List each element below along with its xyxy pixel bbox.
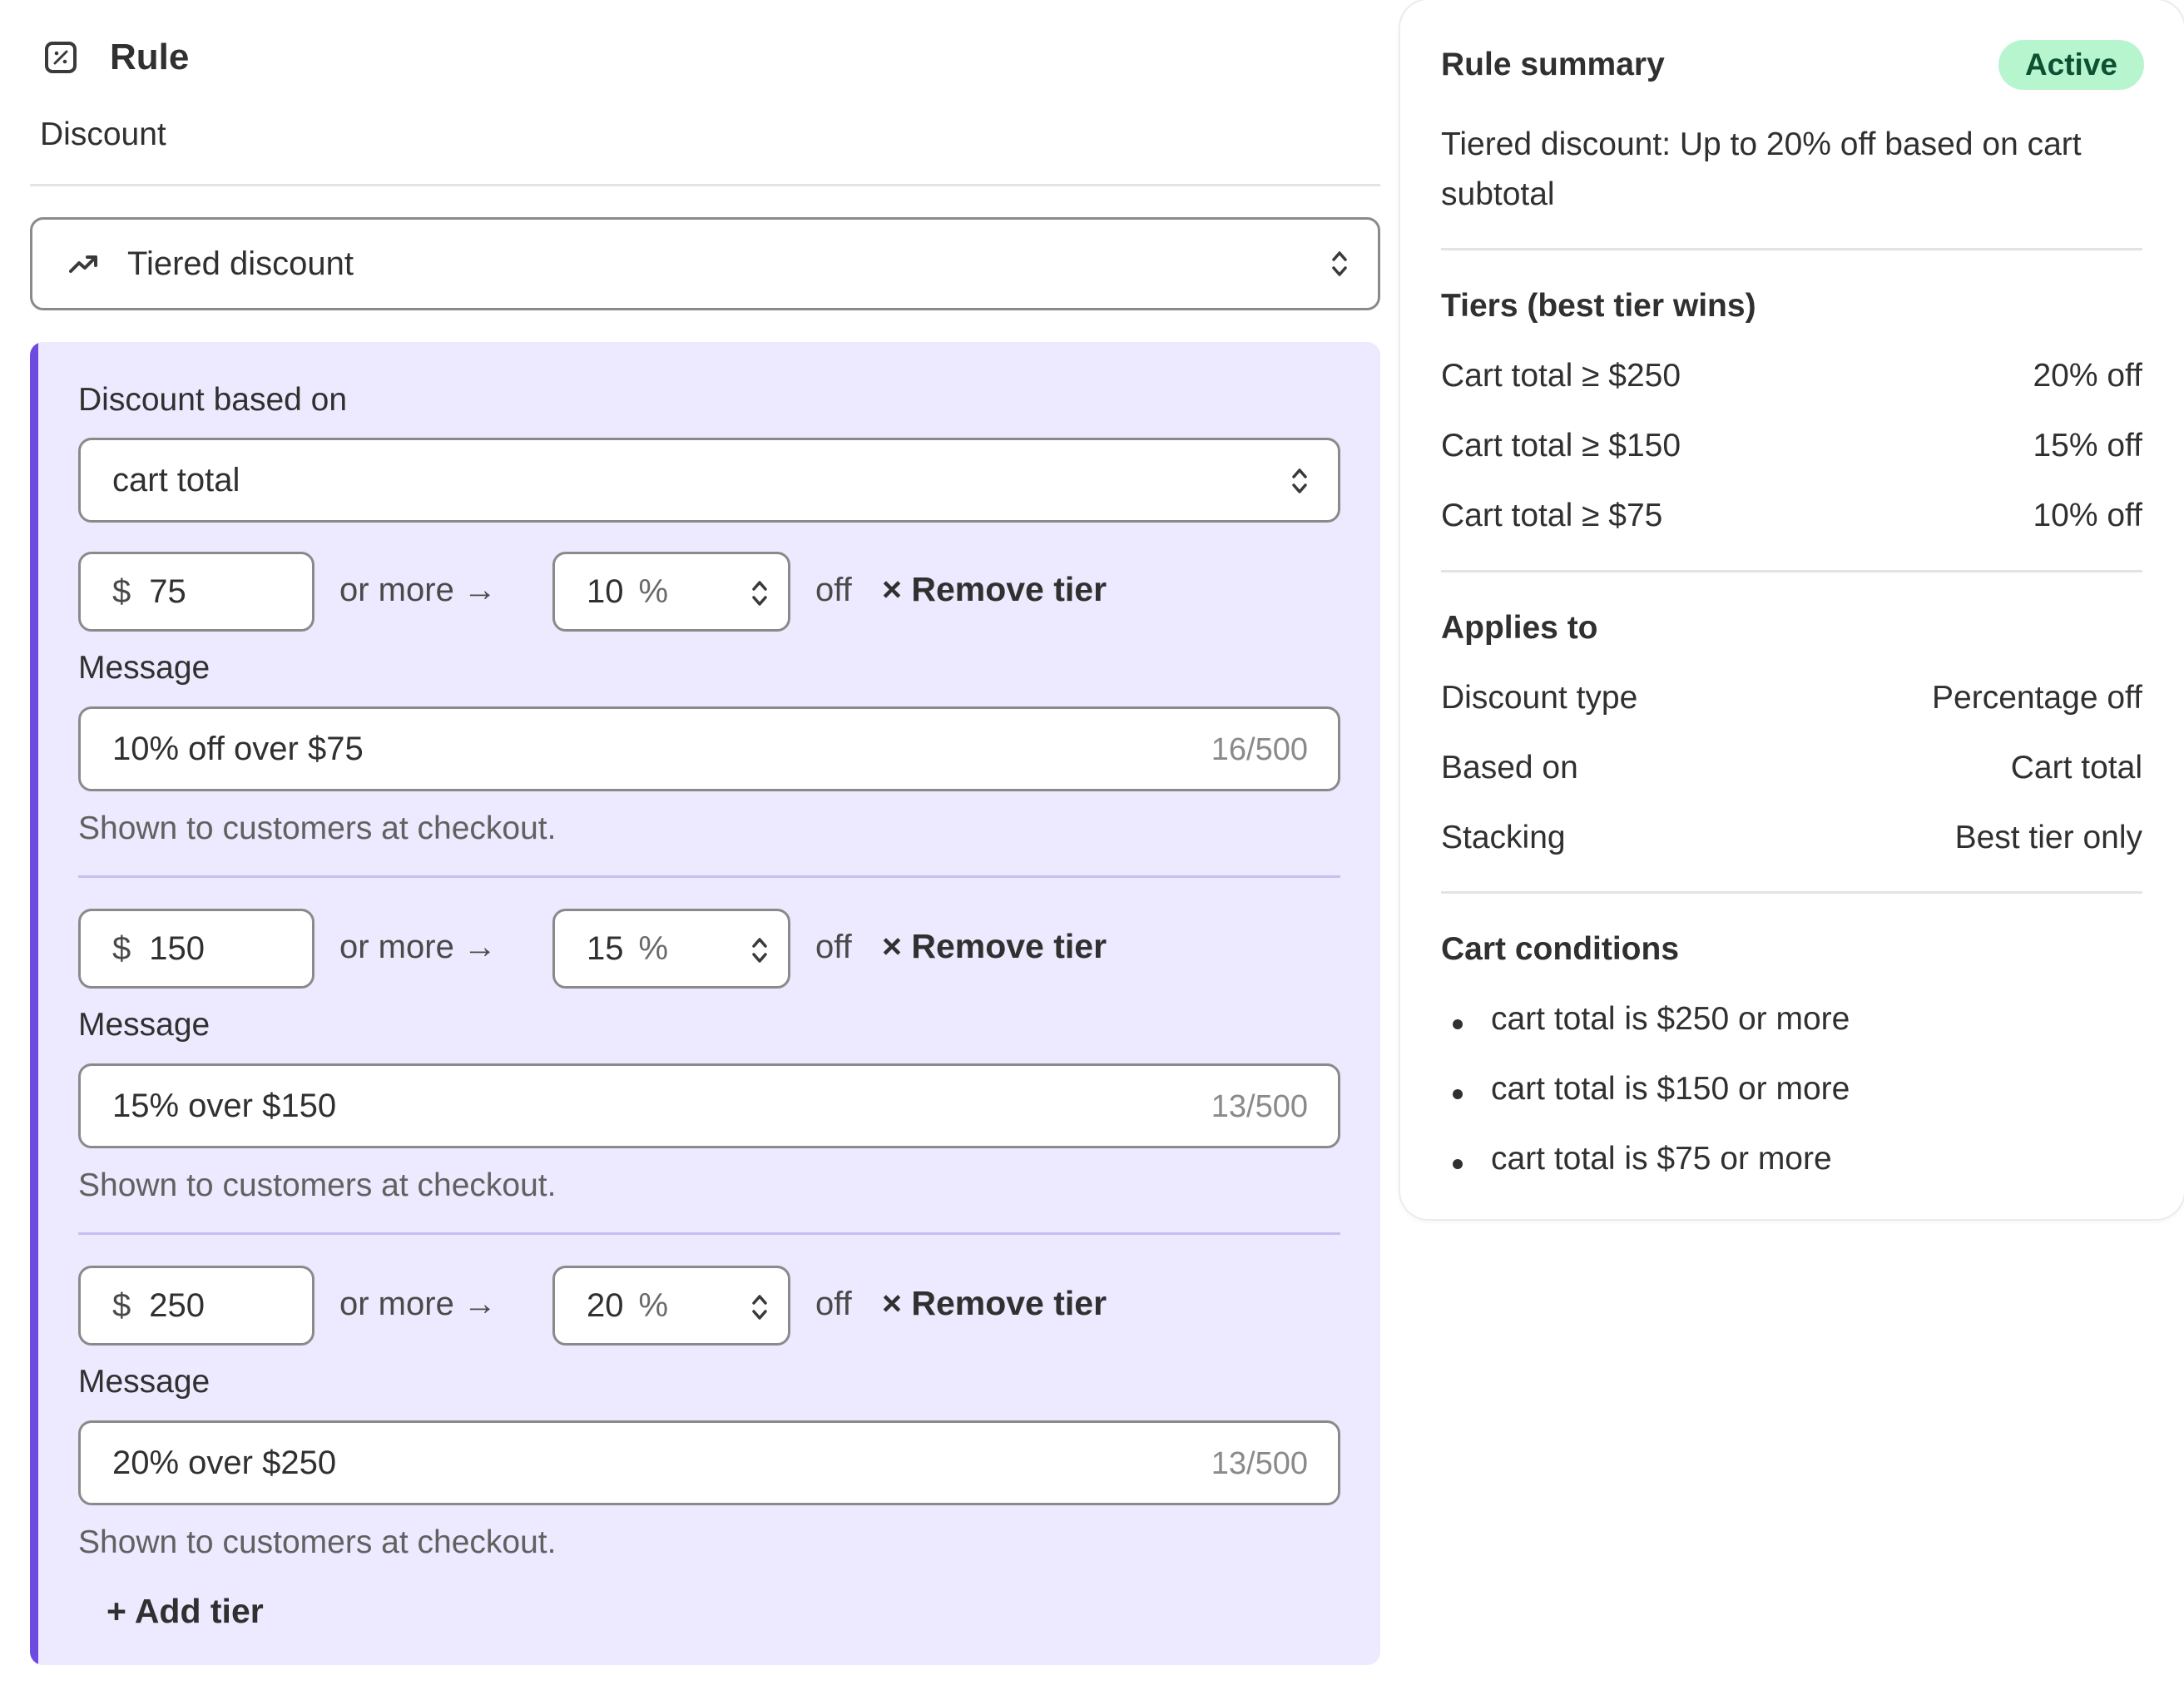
discount-type-select[interactable]: Tiered discount: [30, 217, 1380, 310]
currency-symbol: $: [112, 929, 131, 967]
tier-discount: 20% off: [2033, 358, 2142, 394]
bullet-dot: [1453, 1159, 1463, 1169]
message-label: Message: [78, 650, 210, 686]
summary-divider: [1441, 570, 2142, 572]
tier-percent-stepper[interactable]: 10 %: [552, 552, 790, 632]
currency-symbol: $: [112, 572, 131, 610]
percent-symbol: %: [638, 572, 669, 610]
stepper-chevron-icon[interactable]: [750, 1291, 770, 1324]
tier-condition: Cart total ≥ $250: [1441, 358, 1681, 394]
summary-divider: [1441, 248, 2142, 250]
select-chevron-icon: [1332, 251, 1347, 276]
character-count: 13/500: [1211, 1089, 1308, 1124]
remove-tier-button[interactable]: × Remove tier: [882, 927, 1107, 966]
based-on-select[interactable]: cart total: [78, 438, 1340, 523]
bullet-dot: [1453, 1019, 1463, 1029]
condition-text: cart total is $150 or more: [1491, 1071, 1850, 1107]
tier-amount-input[interactable]: $ 150: [78, 909, 314, 989]
off-text: off: [815, 1286, 852, 1322]
status-badge: Active: [1998, 40, 2144, 90]
conditions-section-title: Cart conditions: [1441, 931, 1680, 967]
or-more-text: or more →: [339, 929, 497, 965]
message-label: Message: [78, 1007, 210, 1043]
percent-symbol: %: [638, 1286, 669, 1324]
help-text: Shown to customers at checkout.: [78, 810, 557, 846]
tier-percent-value: 10: [587, 572, 624, 610]
currency-symbol: $: [112, 1286, 131, 1324]
tier-amount-value: 250: [149, 1286, 205, 1324]
tier-percent-value: 20: [587, 1286, 624, 1324]
help-text: Shown to customers at checkout.: [78, 1167, 557, 1203]
rule-header: Rule: [45, 37, 189, 78]
based-on-label: Discount based on: [78, 382, 348, 418]
applies-key: Discount type: [1441, 680, 1638, 716]
applies-value: Best tier only: [1954, 820, 2142, 855]
bullet-dot: [1453, 1089, 1463, 1099]
tier-percent-stepper[interactable]: 20 %: [552, 1266, 790, 1346]
tier-message-input[interactable]: 20% over $250 13/500: [78, 1420, 1340, 1505]
message-label: Message: [78, 1364, 210, 1400]
condition-text: cart total is $250 or more: [1491, 1001, 1850, 1037]
summary-divider: [1441, 891, 2142, 894]
summary-title: Rule summary: [1441, 47, 1665, 82]
tier-amount-value: 75: [149, 572, 186, 610]
add-tier-button[interactable]: + Add tier: [106, 1592, 264, 1631]
character-count: 13/500: [1211, 1446, 1308, 1481]
applies-value: Percentage off: [1932, 680, 2142, 716]
tier-row: $ 150 or more → 15 % off × Remove tier: [78, 909, 1340, 989]
tier-message-value: 15% over $150: [112, 1087, 337, 1124]
rule-summary-card: Rule summary Active Tiered discount: Up …: [1400, 0, 2184, 1219]
tier-amount-input[interactable]: $ 250: [78, 1266, 314, 1346]
applies-key: Stacking: [1441, 820, 1566, 855]
off-text: off: [815, 929, 852, 965]
tiers-panel: Discount based on cart total $ 75 or mor…: [30, 342, 1380, 1665]
page: Rule Discount Tiered discount Discount b…: [0, 0, 2184, 1700]
tier-message-input[interactable]: 15% over $150 13/500: [78, 1063, 1340, 1148]
tier-row: $ 75 or more → 10 % off × Remove tier: [78, 552, 1340, 632]
summary-description: Tiered discount: Up to 20% off based on …: [1441, 126, 2082, 212]
header-divider: [30, 184, 1380, 186]
tier-message-value: 20% over $250: [112, 1444, 337, 1481]
character-count: 16/500: [1211, 732, 1308, 767]
tier-row: $ 250 or more → 20 % off × Remove tier: [78, 1266, 1340, 1346]
page-title: Rule: [110, 37, 190, 77]
tier-discount: 10% off: [2033, 498, 2142, 533]
tier-condition: Cart total ≥ $150: [1441, 428, 1681, 463]
stepper-chevron-icon[interactable]: [750, 934, 770, 967]
rule-subtitle: Discount: [40, 116, 166, 152]
based-on-value: cart total: [112, 461, 240, 498]
tier-divider: [78, 875, 1340, 878]
tier-condition: Cart total ≥ $75: [1441, 498, 1663, 533]
remove-tier-button[interactable]: × Remove tier: [882, 1284, 1107, 1323]
tier-discount: 15% off: [2033, 428, 2142, 463]
percent-symbol: %: [638, 929, 669, 967]
discount-type-value: Tiered discount: [127, 245, 354, 282]
panel-accent-bar: [30, 342, 38, 1665]
tier-divider: [78, 1232, 1340, 1235]
off-text: off: [815, 572, 852, 608]
tiers-section-title: Tiers (best tier wins): [1441, 288, 1756, 324]
help-text: Shown to customers at checkout.: [78, 1524, 557, 1560]
tier-message-input[interactable]: 10% off over $75 16/500: [78, 706, 1340, 791]
tier-percent-value: 15: [587, 929, 624, 967]
or-more-text: or more →: [339, 572, 497, 608]
tier-percent-stepper[interactable]: 15 %: [552, 909, 790, 989]
tier-amount-input[interactable]: $ 75: [78, 552, 314, 632]
tier-amount-value: 150: [149, 929, 205, 967]
remove-tier-button[interactable]: × Remove tier: [882, 570, 1107, 609]
or-more-text: or more →: [339, 1286, 497, 1322]
applies-key: Based on: [1441, 750, 1578, 786]
stepper-chevron-icon[interactable]: [750, 577, 770, 610]
trending-up-icon: [69, 255, 97, 273]
percent-badge-icon: [45, 42, 77, 73]
tier-message-value: 10% off over $75: [112, 730, 364, 767]
applies-section-title: Applies to: [1441, 610, 1598, 646]
applies-value: Cart total: [2010, 750, 2142, 786]
select-chevron-icon: [1292, 468, 1307, 493]
condition-text: cart total is $75 or more: [1491, 1141, 1832, 1177]
